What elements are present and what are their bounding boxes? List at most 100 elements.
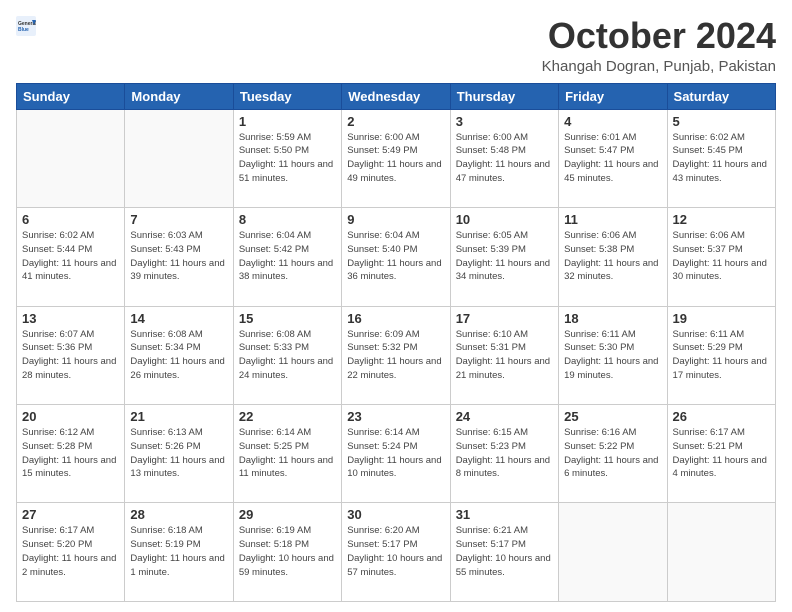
- title-block: October 2024 Khangah Dogran, Punjab, Pak…: [542, 16, 776, 75]
- calendar-cell: 31 Sunrise: 6:21 AMSunset: 5:17 PMDayligh…: [450, 503, 558, 602]
- day-number: 5: [673, 114, 770, 129]
- calendar-cell: 8Sunrise: 6:04 AMSunset: 5:42 PMDaylight…: [233, 208, 341, 306]
- calendar-cell: 19Sunrise: 6:11 AMSunset: 5:29 PMDayligh…: [667, 306, 775, 404]
- day-of-week-header: Thursday: [450, 83, 558, 109]
- day-info: Sunrise: 6:08 AMSunset: 5:34 PMDaylight:…: [130, 328, 227, 383]
- day-info: Sunrise: 6:21 AMSunset: 5:17 PMDaylight:…: [456, 524, 553, 579]
- calendar-cell: 16 Sunrise: 6:09 AMSunset: 5:32 PMDayligh…: [342, 306, 450, 404]
- day-number: 11: [564, 212, 661, 227]
- day-info: Sunrise: 6:17 AMSunset: 5:21 PMDaylight:…: [673, 426, 770, 481]
- calendar-cell: 20 Sunrise: 6:12 AMSunset: 5:28 PMDayligh…: [17, 405, 125, 503]
- day-info: Sunrise: 6:04 AMSunset: 5:40 PMDaylight:…: [347, 229, 444, 284]
- calendar-cell: [125, 109, 233, 207]
- calendar-cell: 26 Sunrise: 6:17 AMSunset: 5:21 PMDayligh…: [667, 405, 775, 503]
- day-info: Sunrise: 6:01 AMSunset: 5:47 PMDaylight:…: [564, 131, 661, 186]
- day-of-week-header: Saturday: [667, 83, 775, 109]
- calendar-cell: [17, 109, 125, 207]
- day-number: 25: [564, 409, 661, 424]
- day-info: Sunrise: 5:59 AMSunset: 5:50 PMDaylight:…: [239, 131, 336, 186]
- day-number: 24: [456, 409, 553, 424]
- day-number: 20: [22, 409, 119, 424]
- day-of-week-header: Friday: [559, 83, 667, 109]
- title-month: October 2024: [542, 16, 776, 56]
- day-info: Sunrise: 6:03 AMSunset: 5:43 PMDaylight:…: [130, 229, 227, 284]
- day-of-week-header: Tuesday: [233, 83, 341, 109]
- calendar-week-row: 13 Sunrise: 6:07 AMSunset: 5:36 PMDayligh…: [17, 306, 776, 404]
- day-info: Sunrise: 6:07 AMSunset: 5:36 PMDaylight:…: [22, 328, 119, 383]
- calendar-cell: 23 Sunrise: 6:14 AMSunset: 5:24 PMDayligh…: [342, 405, 450, 503]
- calendar: SundayMondayTuesdayWednesdayThursdayFrid…: [16, 83, 776, 602]
- day-number: 27: [22, 507, 119, 522]
- day-number: 23: [347, 409, 444, 424]
- calendar-cell: 18 Sunrise: 6:11 AMSunset: 5:30 PMDayligh…: [559, 306, 667, 404]
- calendar-cell: 27 Sunrise: 6:17 AMSunset: 5:20 PMDayligh…: [17, 503, 125, 602]
- day-info: Sunrise: 6:20 AMSunset: 5:17 PMDaylight:…: [347, 524, 444, 579]
- day-number: 9: [347, 212, 444, 227]
- day-info: Sunrise: 6:08 AMSunset: 5:33 PMDaylight:…: [239, 328, 336, 383]
- day-info: Sunrise: 6:19 AMSunset: 5:18 PMDaylight:…: [239, 524, 336, 579]
- calendar-cell: 4 Sunrise: 6:01 AMSunset: 5:47 PMDaylight…: [559, 109, 667, 207]
- calendar-cell: 11 Sunrise: 6:06 AMSunset: 5:38 PMDayligh…: [559, 208, 667, 306]
- day-info: Sunrise: 6:10 AMSunset: 5:31 PMDaylight:…: [456, 328, 553, 383]
- day-number: 3: [456, 114, 553, 129]
- day-number: 29: [239, 507, 336, 522]
- calendar-cell: 10Sunrise: 6:05 AMSunset: 5:39 PMDayligh…: [450, 208, 558, 306]
- calendar-cell: 14Sunrise: 6:08 AMSunset: 5:34 PMDayligh…: [125, 306, 233, 404]
- day-of-week-header: Sunday: [17, 83, 125, 109]
- day-info: Sunrise: 6:06 AMSunset: 5:38 PMDaylight:…: [564, 229, 661, 284]
- calendar-cell: 21Sunrise: 6:13 AMSunset: 5:26 PMDayligh…: [125, 405, 233, 503]
- calendar-cell: 15 Sunrise: 6:08 AMSunset: 5:33 PMDayligh…: [233, 306, 341, 404]
- day-number: 22: [239, 409, 336, 424]
- calendar-week-row: 20 Sunrise: 6:12 AMSunset: 5:28 PMDayligh…: [17, 405, 776, 503]
- svg-text:Blue: Blue: [18, 27, 29, 33]
- day-number: 16: [347, 311, 444, 326]
- calendar-cell: 29 Sunrise: 6:19 AMSunset: 5:18 PMDayligh…: [233, 503, 341, 602]
- day-info: Sunrise: 6:14 AMSunset: 5:24 PMDaylight:…: [347, 426, 444, 481]
- calendar-cell: 1 Sunrise: 5:59 AMSunset: 5:50 PMDaylight…: [233, 109, 341, 207]
- day-number: 26: [673, 409, 770, 424]
- calendar-cell: 2 Sunrise: 6:00 AMSunset: 5:49 PMDaylight…: [342, 109, 450, 207]
- day-info: Sunrise: 6:00 AMSunset: 5:48 PMDaylight:…: [456, 131, 553, 186]
- day-number: 31: [456, 507, 553, 522]
- calendar-week-row: 27 Sunrise: 6:17 AMSunset: 5:20 PMDayligh…: [17, 503, 776, 602]
- day-info: Sunrise: 6:11 AMSunset: 5:30 PMDaylight:…: [564, 328, 661, 383]
- day-info: Sunrise: 6:18 AMSunset: 5:19 PMDaylight:…: [130, 524, 227, 579]
- day-number: 28: [130, 507, 227, 522]
- day-number: 19: [673, 311, 770, 326]
- calendar-cell: 13 Sunrise: 6:07 AMSunset: 5:36 PMDayligh…: [17, 306, 125, 404]
- day-info: Sunrise: 6:09 AMSunset: 5:32 PMDaylight:…: [347, 328, 444, 383]
- calendar-cell: 25Sunrise: 6:16 AMSunset: 5:22 PMDayligh…: [559, 405, 667, 503]
- day-number: 6: [22, 212, 119, 227]
- calendar-cell: 7Sunrise: 6:03 AMSunset: 5:43 PMDaylight…: [125, 208, 233, 306]
- calendar-body: 1 Sunrise: 5:59 AMSunset: 5:50 PMDaylight…: [17, 109, 776, 601]
- day-info: Sunrise: 6:02 AMSunset: 5:45 PMDaylight:…: [673, 131, 770, 186]
- day-number: 4: [564, 114, 661, 129]
- day-number: 21: [130, 409, 227, 424]
- day-number: 2: [347, 114, 444, 129]
- calendar-cell: 5 Sunrise: 6:02 AMSunset: 5:45 PMDaylight…: [667, 109, 775, 207]
- calendar-week-row: 6Sunrise: 6:02 AMSunset: 5:44 PMDaylight…: [17, 208, 776, 306]
- day-number: 10: [456, 212, 553, 227]
- day-of-week-header: Wednesday: [342, 83, 450, 109]
- day-number: 15: [239, 311, 336, 326]
- calendar-cell: 3 Sunrise: 6:00 AMSunset: 5:48 PMDaylight…: [450, 109, 558, 207]
- day-number: 17: [456, 311, 553, 326]
- calendar-header-row: SundayMondayTuesdayWednesdayThursdayFrid…: [17, 83, 776, 109]
- calendar-cell: [559, 503, 667, 602]
- day-info: Sunrise: 6:12 AMSunset: 5:28 PMDaylight:…: [22, 426, 119, 481]
- logo-icon: General Blue: [16, 16, 36, 36]
- day-info: Sunrise: 6:17 AMSunset: 5:20 PMDaylight:…: [22, 524, 119, 579]
- calendar-cell: 30 Sunrise: 6:20 AMSunset: 5:17 PMDayligh…: [342, 503, 450, 602]
- day-info: Sunrise: 6:00 AMSunset: 5:49 PMDaylight:…: [347, 131, 444, 186]
- day-number: 13: [22, 311, 119, 326]
- day-number: 1: [239, 114, 336, 129]
- day-info: Sunrise: 6:14 AMSunset: 5:25 PMDaylight:…: [239, 426, 336, 481]
- calendar-cell: [667, 503, 775, 602]
- day-number: 30: [347, 507, 444, 522]
- day-info: Sunrise: 6:15 AMSunset: 5:23 PMDaylight:…: [456, 426, 553, 481]
- calendar-cell: 24 Sunrise: 6:15 AMSunset: 5:23 PMDayligh…: [450, 405, 558, 503]
- day-number: 18: [564, 311, 661, 326]
- title-location: Khangah Dogran, Punjab, Pakistan: [542, 58, 776, 75]
- calendar-cell: 28 Sunrise: 6:18 AMSunset: 5:19 PMDayligh…: [125, 503, 233, 602]
- day-info: Sunrise: 6:04 AMSunset: 5:42 PMDaylight:…: [239, 229, 336, 284]
